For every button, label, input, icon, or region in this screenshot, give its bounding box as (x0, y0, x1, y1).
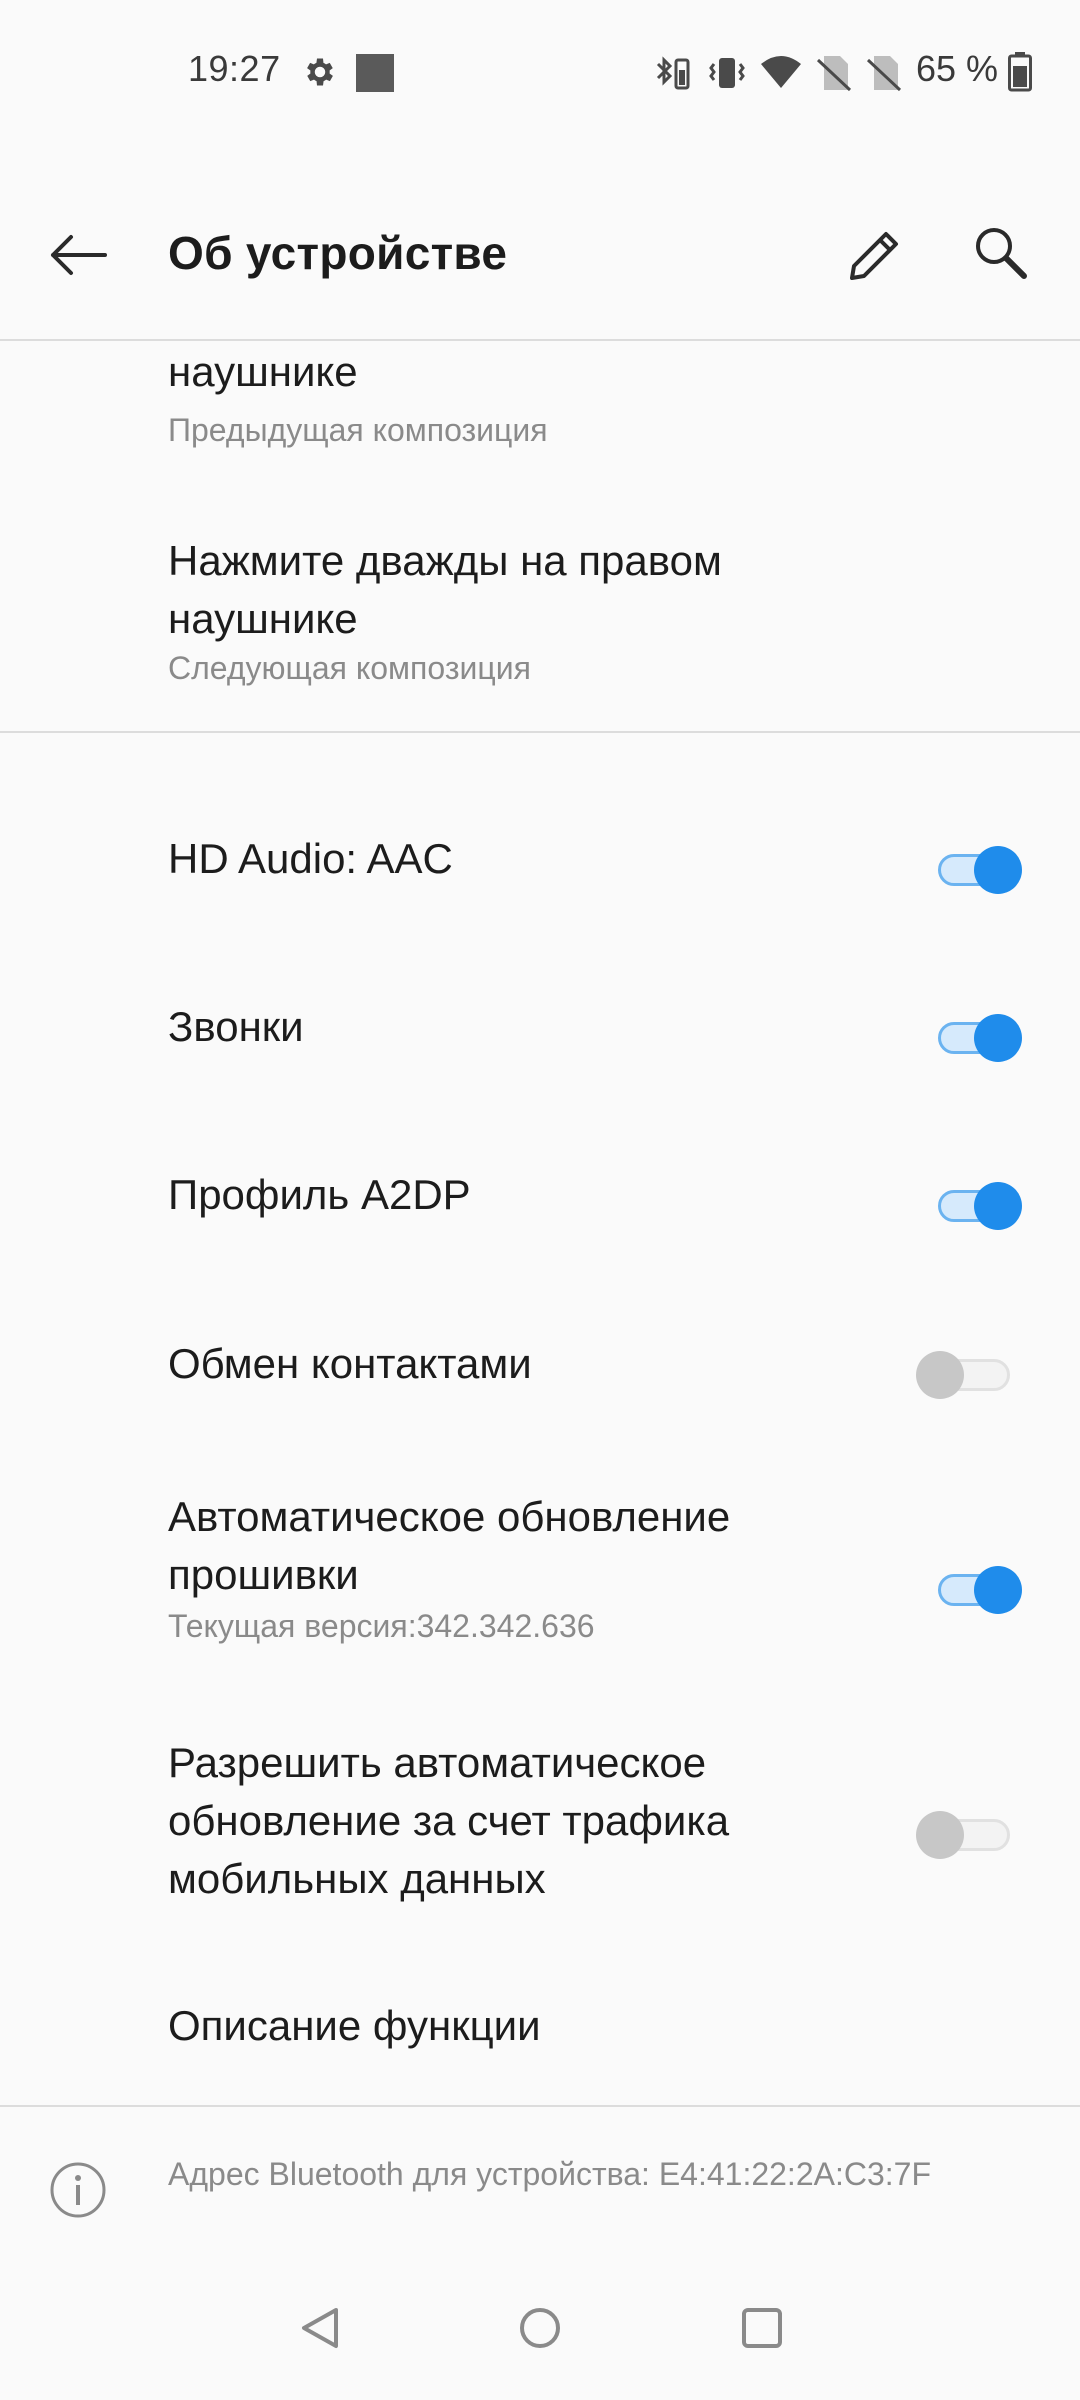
search-button[interactable] (956, 212, 1046, 302)
section-divider (0, 731, 1080, 733)
list-item-subtitle: Следующая композиция (168, 650, 531, 686)
list-item-feature-description[interactable]: Описание функции (0, 1966, 1080, 2086)
calls-toggle[interactable] (934, 1014, 1022, 1062)
list-item-a2dp[interactable]: Профиль A2DP (0, 1137, 1080, 1277)
toggle-thumb (974, 846, 1022, 894)
list-item-auto-firmware-update[interactable]: Автоматическое обновление прошивки Текущ… (0, 1471, 1080, 1691)
contact-sharing-toggle[interactable] (916, 1351, 1022, 1399)
nav-home-button[interactable] (500, 2290, 580, 2370)
info-icon (48, 2160, 108, 2220)
list-item-subtitle: Текущая версия:342.342.636 (168, 1608, 595, 1644)
list-item-title: Профиль A2DP (168, 1171, 471, 1218)
vibrate-icon (708, 54, 746, 97)
pencil-icon (844, 224, 906, 291)
list-item-title: Обмен контактами (168, 1340, 532, 1387)
list-item-contact-sharing[interactable]: Обмен контактами (0, 1306, 1080, 1446)
status-time: 19:27 (188, 48, 281, 89)
gear-icon (302, 54, 338, 95)
hd-audio-toggle[interactable] (934, 846, 1022, 894)
bluetooth-address: Адрес Bluetooth для устройства: E4:41:22… (168, 2156, 931, 2192)
list-item-title: HD Audio: AAC (168, 835, 453, 882)
list-item-calls[interactable]: Звонки (0, 969, 1080, 1109)
back-triangle-icon (298, 2304, 342, 2357)
toggle-thumb (916, 1811, 964, 1859)
list-item-title: Описание функции (168, 2002, 541, 2049)
list-item-title: Звонки (168, 1003, 304, 1050)
auto-firmware-update-toggle[interactable] (934, 1566, 1022, 1614)
wifi-icon (760, 54, 802, 97)
nav-back-button[interactable] (280, 2290, 360, 2370)
toggle-thumb (974, 1014, 1022, 1062)
no-sim-icon (866, 54, 902, 97)
navigation-bar (0, 2270, 1080, 2400)
list-item-title: Нажмите дважды на правом наушнике (168, 537, 722, 642)
list-item-title: Автоматическое обновление прошивки (168, 1493, 731, 1598)
list-item-hd-audio[interactable]: HD Audio: AAC (0, 801, 1080, 941)
footer-divider (0, 2105, 1080, 2107)
battery-icon (1008, 52, 1032, 97)
settings-list[interactable]: Нажмите дважды на левом наушнике Предыду… (0, 341, 1080, 2106)
mobile-data-update-toggle[interactable] (916, 1811, 1022, 1859)
home-circle-icon (517, 2305, 563, 2356)
list-item-subtitle: Предыдущая композиция (168, 412, 548, 448)
edit-button[interactable] (830, 212, 920, 302)
toggle-thumb (916, 1351, 964, 1399)
app-bar: Об устройстве (0, 170, 1080, 340)
toggle-thumb (974, 1566, 1022, 1614)
back-button[interactable] (36, 215, 120, 299)
bluetooth-battery-icon (654, 54, 692, 97)
page-title: Об устройстве (168, 227, 508, 279)
back-arrow-icon (49, 234, 107, 281)
list-item-title: Нажмите дважды на левом наушнике (168, 348, 358, 395)
square-notification-icon (356, 54, 394, 97)
list-item-mobile-data-update[interactable]: Разрешить автоматическое обновление за с… (0, 1721, 1080, 1951)
recents-square-icon (740, 2306, 784, 2355)
search-icon (970, 224, 1032, 291)
nav-recents-button[interactable] (722, 2290, 802, 2370)
toggle-thumb (974, 1182, 1022, 1230)
no-sim-icon (816, 54, 852, 97)
status-bar: 19:27 65 % (0, 0, 1080, 140)
battery-percentage: 65 % (915, 48, 998, 89)
a2dp-toggle[interactable] (934, 1182, 1022, 1230)
list-item-double-tap-right[interactable]: Нажмите дважды на правом наушнике Следую… (0, 516, 1080, 726)
list-item-double-tap-left[interactable]: Нажмите дважды на левом наушнике Предыду… (0, 341, 1080, 491)
list-item-title: Разрешить автоматическое обновление за с… (168, 1739, 730, 1902)
